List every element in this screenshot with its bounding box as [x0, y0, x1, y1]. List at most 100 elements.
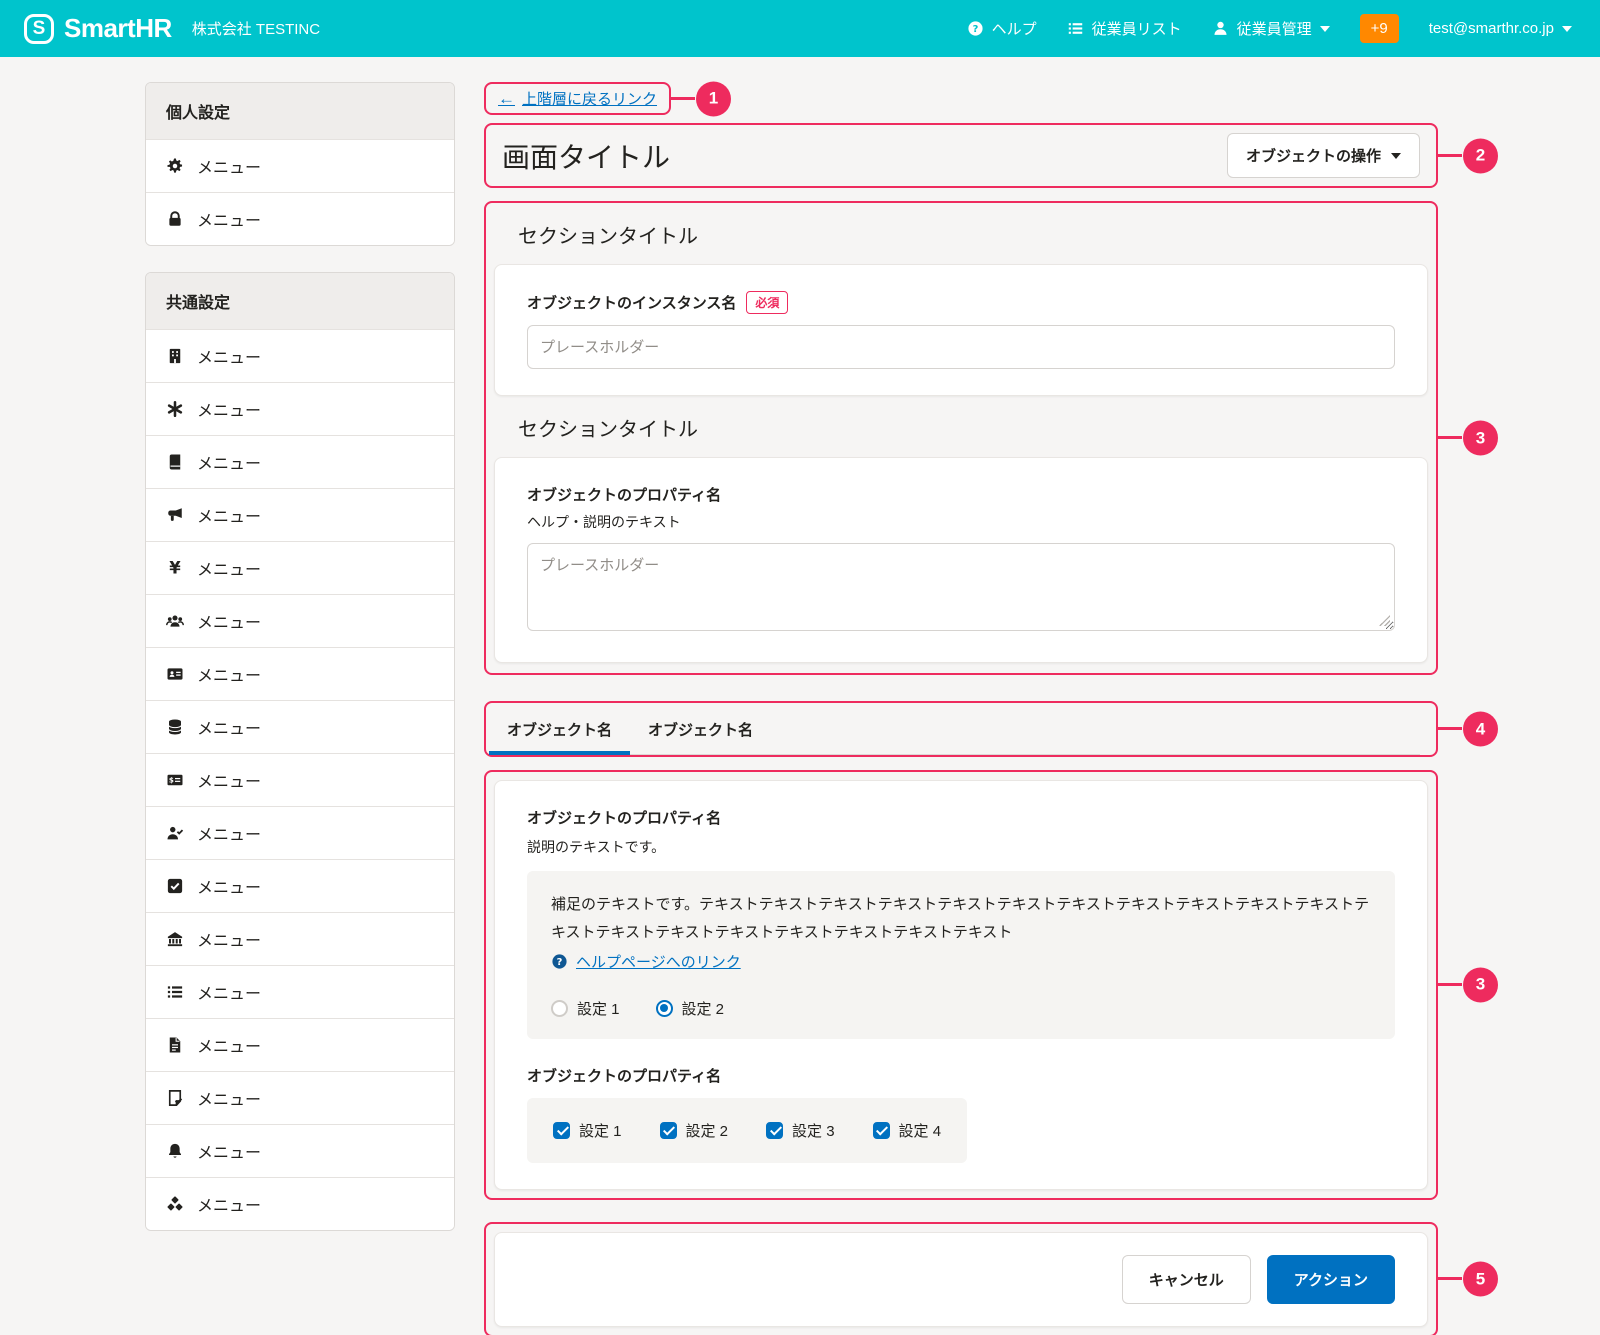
field-label: オブジェクトのインスタンス名 [527, 292, 736, 313]
radio-option-2[interactable]: 設定 2 [656, 998, 725, 1019]
help-link[interactable]: ヘルプ [967, 18, 1037, 39]
sidebar-item-menu[interactable]: メニュー [146, 541, 454, 594]
main-content: ← 上階層に戻るリンク 1 画面タイトル オブジェクトの操作 2 セクションタイ… [484, 82, 1438, 1335]
radio-label: 設定 1 [577, 998, 620, 1019]
employee-admin-dropdown[interactable]: 従業員管理 [1212, 18, 1330, 39]
smarthr-logo[interactable]: S SmartHR [24, 13, 172, 44]
sidebar-item-menu[interactable]: メニュー [146, 700, 454, 753]
annotation-badge-5: 5 [1463, 1262, 1498, 1297]
account-dropdown[interactable]: test@smarthr.co.jp [1429, 20, 1572, 37]
annotation-box-tab-panel: オブジェクトのプロパティ名 説明のテキストです。 補足のテキストです。テキストテ… [484, 770, 1438, 1200]
sidebar-item-menu[interactable]: メニュー [146, 435, 454, 488]
sidebar-item-label: メニュー [197, 1192, 261, 1216]
cancel-button[interactable]: キャンセル [1122, 1255, 1251, 1304]
instance-name-card: オブジェクトのインスタンス名 必須 [494, 264, 1428, 396]
sidebar-item-menu[interactable]: メニュー [146, 806, 454, 859]
annotation-badge-3b: 3 [1463, 967, 1498, 1002]
annotation-connector [1436, 1277, 1462, 1280]
annotation-box-form-sections: セクションタイトル オブジェクトのインスタンス名 必須 セクションタイトル オブ… [484, 201, 1438, 675]
company-name: 株式会社 TESTINC [192, 18, 320, 39]
content-area: 個人設定 メニュー メニュー 共通設定 メニュー メニュー [0, 57, 1600, 1335]
back-link-label: 上階層に戻るリンク [522, 88, 657, 109]
sidebar-group-title: 個人設定 [146, 83, 454, 139]
employee-list-link[interactable]: 従業員リスト [1067, 18, 1182, 39]
tab-bar: オブジェクト名 オブジェクト名 [489, 719, 1420, 755]
checkbox-checked-icon [766, 1122, 783, 1139]
notifications-badge[interactable]: +9 [1360, 14, 1399, 43]
section-title: セクションタイトル [494, 396, 1428, 457]
sidebar-item-menu[interactable]: メニュー [146, 1018, 454, 1071]
radio-label: 設定 2 [682, 998, 725, 1019]
sidebar-item-menu[interactable]: メニュー [146, 753, 454, 806]
sidebar-group-title: 共通設定 [146, 273, 454, 329]
sidebar-item-menu[interactable]: メニュー [146, 859, 454, 912]
field-label-row: オブジェクトのインスタンス名 必須 [527, 291, 1395, 314]
annotation-connector [1436, 983, 1462, 986]
check-square-icon [166, 877, 184, 895]
sidebar-item-menu[interactable]: メニュー [146, 594, 454, 647]
gear-icon [166, 157, 184, 175]
sidebar-item-menu[interactable]: メニュー [146, 912, 454, 965]
sidebar-item-label: メニュー [197, 1086, 261, 1110]
object-action-dropdown[interactable]: オブジェクトの操作 [1227, 133, 1420, 178]
sidebar-item-menu[interactable]: メニュー [146, 488, 454, 541]
annotation-badge-2: 2 [1463, 138, 1498, 173]
back-to-parent-link[interactable]: ← 上階層に戻るリンク [498, 88, 657, 109]
checkbox-option-3[interactable]: 設定 3 [766, 1120, 835, 1141]
checkbox-option-1[interactable]: 設定 1 [553, 1120, 622, 1141]
sidebar-item-label: メニュー [197, 450, 261, 474]
yen-icon [166, 559, 184, 577]
sidebar-item-label: メニュー [197, 874, 261, 898]
supplement-box: 補足のテキストです。テキストテキストテキストテキストテキストテキストテキストテキ… [527, 871, 1395, 1039]
checkbox-group: 設定 1 設定 2 設定 3 設定 4 [527, 1098, 967, 1163]
sidebar-item-menu[interactable]: メニュー [146, 965, 454, 1018]
sidebar-item-menu[interactable]: メニュー [146, 1071, 454, 1124]
radio-option-1[interactable]: 設定 1 [551, 998, 620, 1019]
supplement-text: 補足のテキストです。テキストテキストテキストテキストテキストテキストテキストテキ… [551, 891, 1371, 947]
question-circle-icon [967, 20, 984, 37]
tab-object-2[interactable]: オブジェクト名 [630, 719, 771, 754]
arrow-left-icon: ← [498, 89, 515, 109]
list-icon [166, 983, 184, 1001]
sidebar-item-label: メニュー [197, 927, 261, 951]
megaphone-icon [166, 506, 184, 524]
sidebar-item-menu[interactable]: メニュー [146, 1124, 454, 1177]
account-email: test@smarthr.co.jp [1429, 20, 1554, 37]
smarthr-logo-mark-icon: S [24, 14, 54, 44]
sidebar-item-menu[interactable]: メニュー [146, 382, 454, 435]
document-icon [166, 1036, 184, 1054]
page-title: 画面タイトル [502, 136, 670, 176]
cubes-icon [166, 1195, 184, 1213]
sidebar-item-label: メニュー [197, 397, 261, 421]
required-badge: 必須 [746, 291, 788, 314]
help-page-link[interactable]: ヘルプページへのリンク [576, 951, 741, 972]
sidebar-item-menu[interactable]: メニュー [146, 329, 454, 382]
sidebar-item-label: メニュー [197, 154, 261, 178]
user-icon [1212, 20, 1229, 37]
instance-name-input[interactable] [527, 325, 1395, 369]
money-check-icon [166, 771, 184, 789]
tab-object-1[interactable]: オブジェクト名 [489, 719, 630, 754]
building-icon [166, 347, 184, 365]
sidebar-item-label: メニュー [197, 556, 261, 580]
bell-icon [166, 1142, 184, 1160]
action-button[interactable]: アクション [1267, 1255, 1395, 1304]
chevron-down-icon [1562, 26, 1572, 32]
property-textarea[interactable] [527, 543, 1395, 631]
field-label-row: オブジェクトのプロパティ名 [527, 1065, 1395, 1086]
sidebar-item-menu[interactable]: メニュー [146, 1177, 454, 1230]
note-check-icon [166, 1089, 184, 1107]
checkbox-checked-icon [660, 1122, 677, 1139]
checkbox-option-4[interactable]: 設定 4 [873, 1120, 942, 1141]
annotation-badge-4: 4 [1463, 712, 1498, 747]
sidebar-item-label: メニュー [197, 768, 261, 792]
sidebar-item-menu[interactable]: メニュー [146, 647, 454, 700]
sidebar: 個人設定 メニュー メニュー 共通設定 メニュー メニュー [145, 82, 455, 1231]
sidebar-item-menu[interactable]: メニュー [146, 192, 454, 245]
checkbox-option-2[interactable]: 設定 2 [660, 1120, 729, 1141]
annotation-connector [1436, 154, 1462, 157]
chevron-down-icon [1391, 153, 1401, 159]
help-label: ヘルプ [992, 18, 1037, 39]
checkbox-label: 設定 2 [686, 1120, 729, 1141]
sidebar-item-menu[interactable]: メニュー [146, 139, 454, 192]
